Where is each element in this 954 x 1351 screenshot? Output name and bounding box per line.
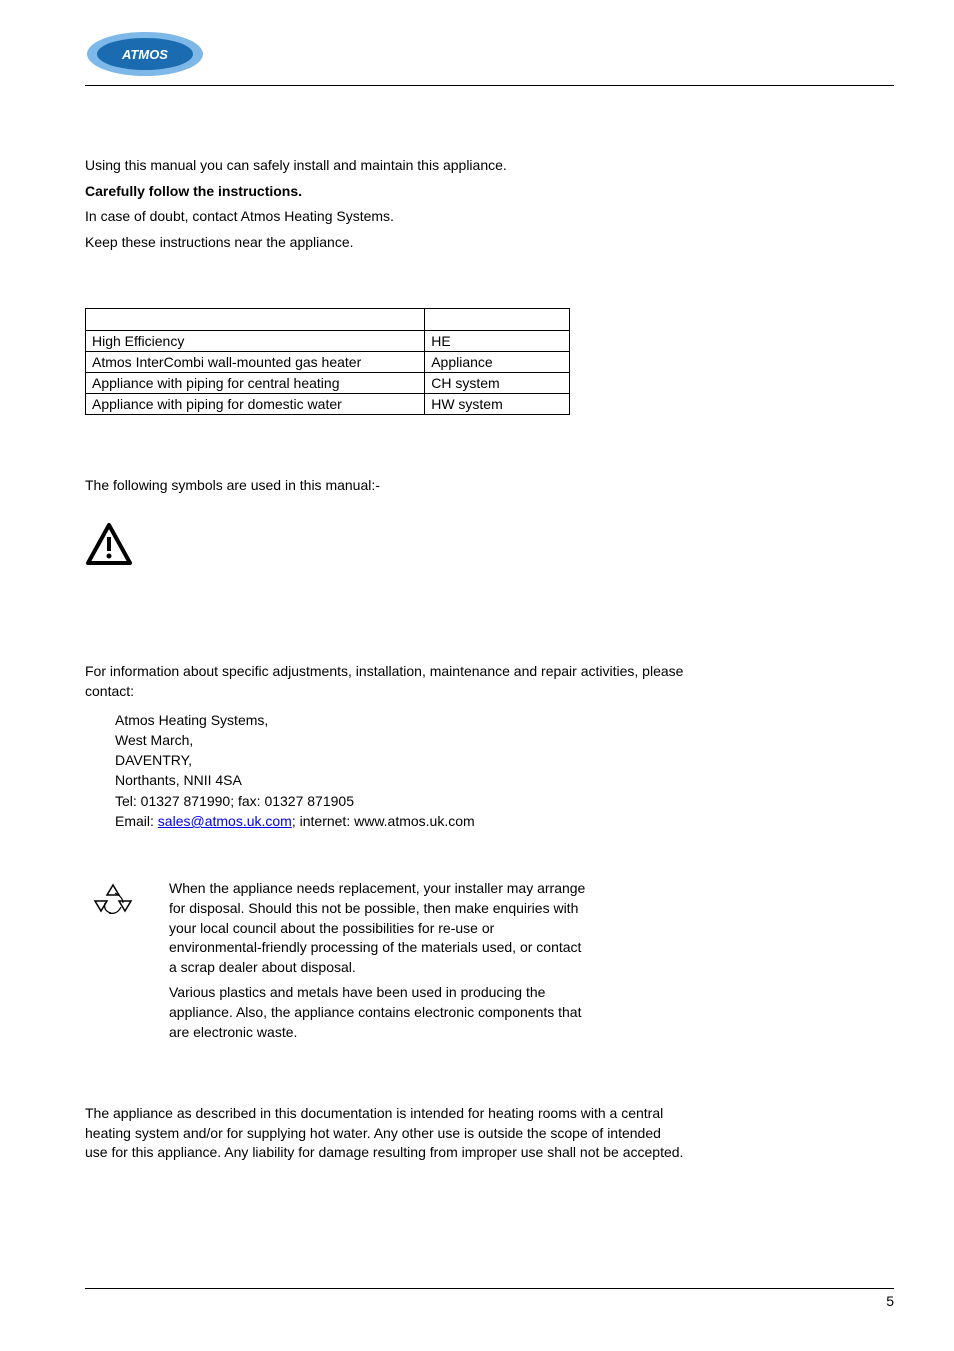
symbols-intro: The following symbols are used in this m… — [85, 477, 725, 493]
table-cell-abbrev: CH system — [425, 373, 570, 394]
table-row: Appliance with piping for central heatin… — [86, 373, 570, 394]
address-name: Atmos Heating Systems, — [115, 710, 725, 730]
internet-text: ; internet: www.atmos.uk.com — [292, 813, 475, 829]
address-email-line: Email: sales@atmos.uk.com; internet: www… — [115, 811, 725, 831]
service-intro: For information about specific adjustmen… — [85, 662, 725, 701]
email-label: Email: — [115, 813, 158, 829]
address-town: DAVENTRY, — [115, 750, 725, 770]
abbreviation-table: High Efficiency HE Atmos InterCombi wall… — [85, 308, 570, 415]
email-link[interactable]: sales@atmos.uk.com — [158, 813, 292, 829]
intro-line-2: In case of doubt, contact Atmos Heating … — [85, 207, 725, 227]
recycle-icon — [93, 881, 133, 922]
footer-divider — [85, 1288, 894, 1289]
atmos-logo: ATMOS — [85, 30, 205, 78]
table-cell-abbrev: HE — [425, 331, 570, 352]
eol-paragraph-1: When the appliance needs replacement, yo… — [169, 879, 589, 977]
address-tel: Tel: 01327 871990; fax: 01327 871905 — [115, 791, 725, 811]
address-street: West March, — [115, 730, 725, 750]
header-divider — [85, 85, 894, 86]
table-row: High Efficiency HE — [86, 331, 570, 352]
address-county: Northants, NNII 4SA — [115, 770, 725, 790]
intro-line-3: Keep these instructions near the applian… — [85, 233, 725, 253]
table-cell-term: Appliance with piping for domestic water — [86, 394, 425, 415]
table-row: Appliance with piping for domestic water… — [86, 394, 570, 415]
table-header-cell — [425, 309, 570, 331]
table-header-row — [86, 309, 570, 331]
address-block: Atmos Heating Systems, West March, DAVEN… — [115, 710, 725, 832]
page-number: 5 — [85, 1293, 894, 1309]
header: ATMOS — [85, 30, 894, 86]
table-cell-term: High Efficiency — [86, 331, 425, 352]
scope-paragraph: The appliance as described in this docum… — [85, 1104, 685, 1163]
intro-line-1a: Using this manual you can safely install… — [85, 156, 725, 176]
intro-line-1b: Carefully follow the instructions. — [85, 182, 725, 202]
table-cell-abbrev: HW system — [425, 394, 570, 415]
eol-text: When the appliance needs replacement, yo… — [169, 879, 589, 1048]
content: Using this manual you can safely install… — [85, 156, 725, 1163]
svg-text:ATMOS: ATMOS — [121, 47, 168, 62]
table-header-cell — [86, 309, 425, 331]
footer: 5 — [85, 1288, 894, 1309]
table-cell-abbrev: Appliance — [425, 352, 570, 373]
table-cell-term: Atmos InterCombi wall-mounted gas heater — [86, 352, 425, 373]
intro-section: Using this manual you can safely install… — [85, 156, 725, 252]
service-section: For information about specific adjustmen… — [85, 662, 725, 831]
table-row: Atmos InterCombi wall-mounted gas heater… — [86, 352, 570, 373]
eol-paragraph-2: Various plastics and metals have been us… — [169, 983, 589, 1042]
table-cell-term: Appliance with piping for central heatin… — [86, 373, 425, 394]
end-of-life-section: When the appliance needs replacement, yo… — [85, 879, 725, 1048]
warning-icon — [85, 523, 725, 570]
